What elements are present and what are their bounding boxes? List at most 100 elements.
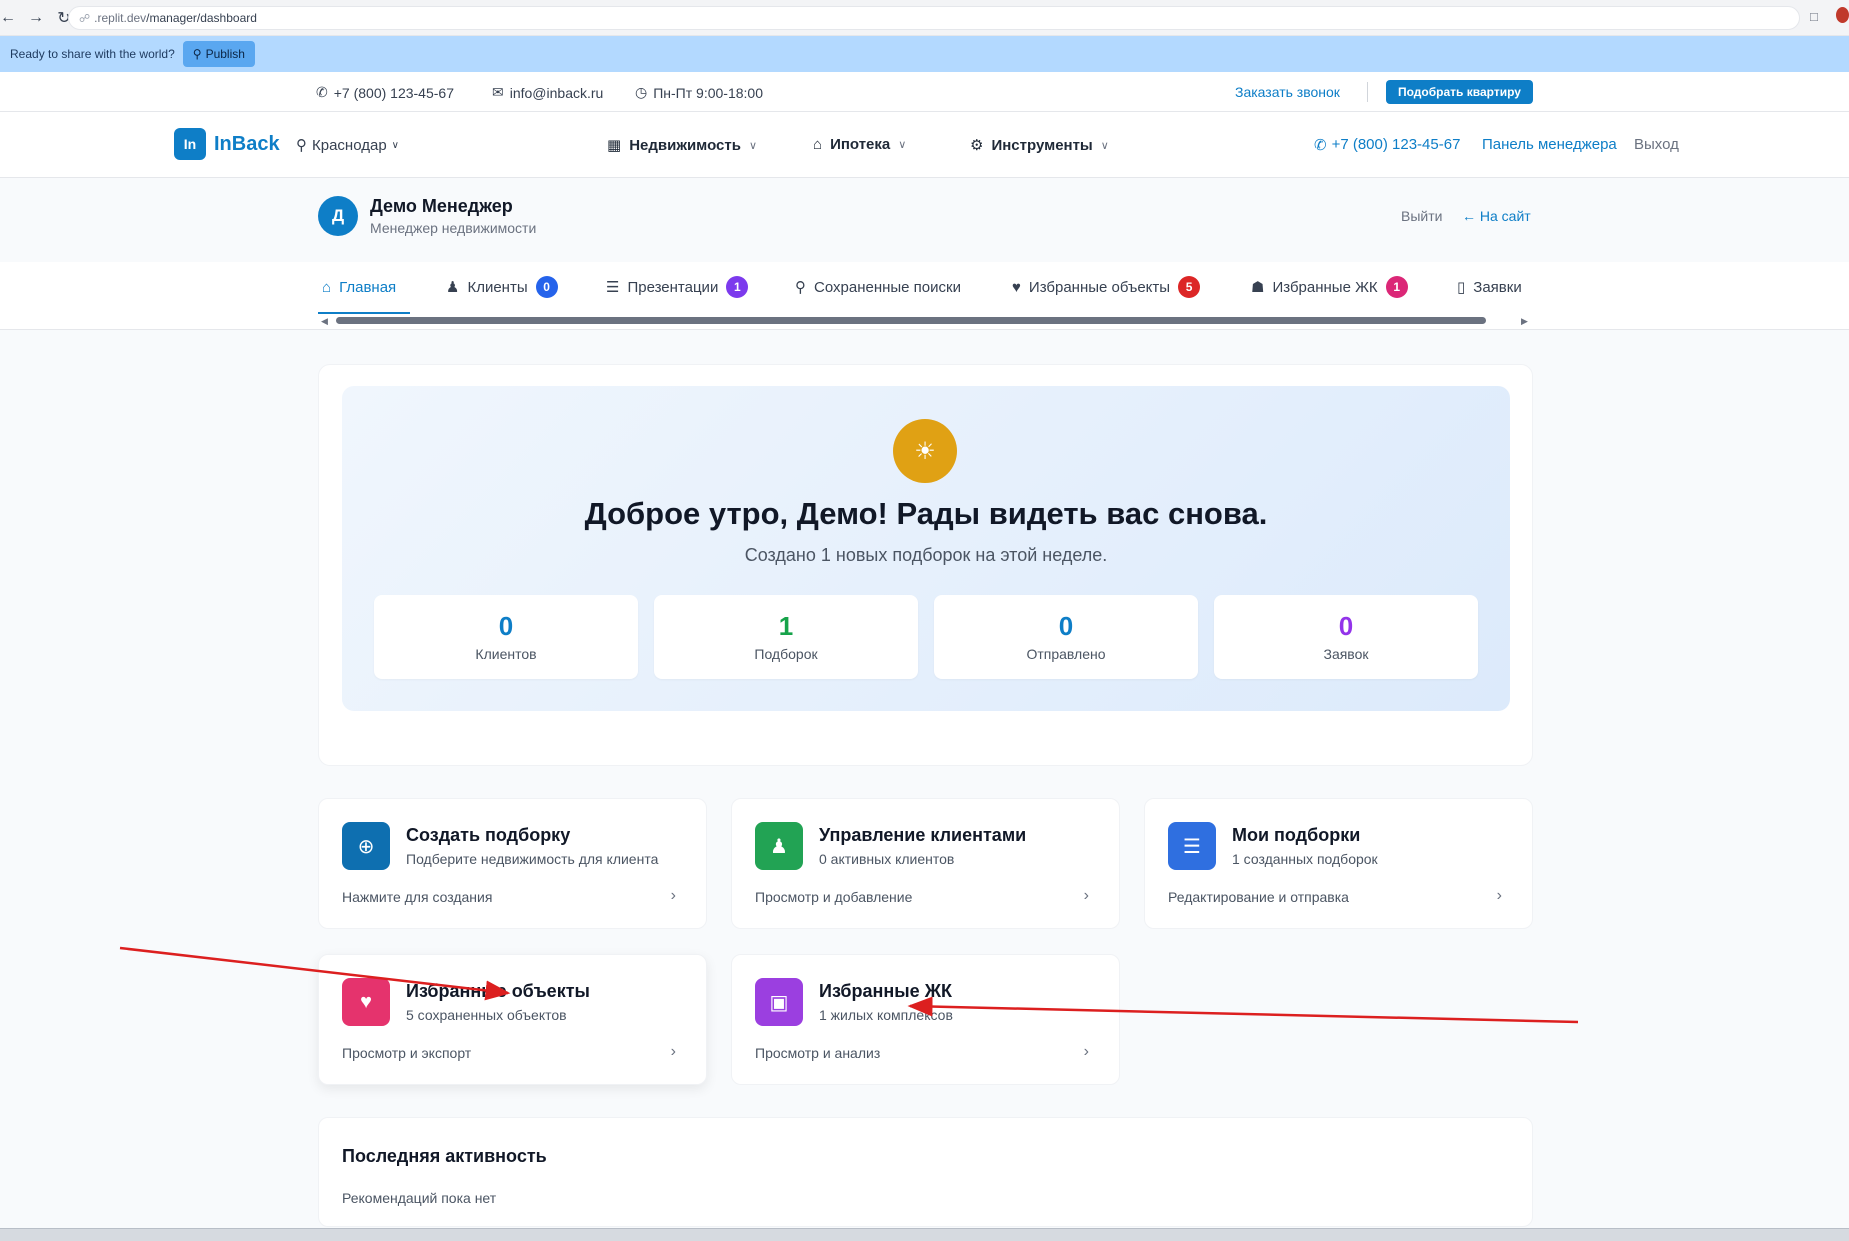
card-create-selection[interactable]: ⊕ Создать подборку Подберите недвижимост… — [318, 798, 707, 929]
card-title: Избранные ЖК — [819, 981, 952, 1001]
card-subtitle: Подберите недвижимость для клиента — [406, 851, 659, 867]
manager-profile: Д Демо Менеджер Менеджер недвижимости — [318, 196, 536, 236]
chevron-down-icon: ∨ — [748, 139, 758, 152]
header-phone-text: +7 (800) 123-45-67 — [1331, 136, 1461, 153]
card-footer: Просмотр и экспорт — [342, 1045, 472, 1061]
activity-title: Последняя активность — [342, 1146, 547, 1166]
stat-selections-label: Подборок — [754, 646, 818, 662]
users-icon: ♟ — [755, 822, 803, 870]
site-header: In InBack ⚲ Краснодар ∨ ▦ Недвижимость ∨… — [0, 112, 1849, 178]
phone-icon: ✆ — [316, 84, 328, 100]
back-icon[interactable]: ← — [0, 6, 20, 30]
forward-icon[interactable]: → — [24, 6, 48, 30]
chevron-right-icon: › — [1083, 1043, 1089, 1060]
topbar-divider — [1367, 82, 1368, 102]
replit-message: Ready to share with the world? — [10, 47, 175, 61]
card-favorite-complexes[interactable]: ▣ Избранные ЖК 1 жилых комплексов Просмо… — [731, 954, 1120, 1085]
browser-toolbar: ← → ↻ ☍ .replit.dev/manager/dashboard □ — [0, 0, 1849, 36]
heart-icon: ♥ — [1012, 278, 1021, 296]
stat-sent: 0 Отправлено — [934, 595, 1198, 679]
city-name: Краснодар — [312, 136, 387, 154]
header-phone[interactable]: ✆ +7 (800) 123-45-67 — [1314, 136, 1460, 154]
greeting-title: Доброе утро, Демо! Рады видеть вас снова… — [584, 496, 1268, 531]
scroll-left-icon[interactable]: ◀ — [321, 316, 328, 327]
logout-link[interactable]: Выход — [1634, 136, 1679, 153]
taskbar-strip — [0, 1228, 1849, 1241]
manager-role: Менеджер недвижимости — [370, 220, 537, 236]
card-subtitle: 1 жилых комплексов — [819, 1007, 953, 1023]
tab-saved-searches[interactable]: ⚲ Сохраненные поиски — [795, 276, 961, 298]
tab-favorite-complexes[interactable]: ☗ Избранные ЖК 1 — [1251, 276, 1408, 298]
greeting-subtitle: Создано 1 новых подборок на этой неделе. — [744, 545, 1108, 565]
nav-mortgage[interactable]: ⌂ Ипотека ∨ — [813, 136, 906, 153]
chevron-down-icon: ∨ — [898, 139, 907, 151]
logo-mark: In — [174, 128, 206, 160]
stat-sent-value: 0 — [1058, 611, 1074, 641]
pick-apartment-button[interactable]: Подобрать квартиру — [1386, 80, 1533, 104]
tab-requests[interactable]: ▯ Заявки — [1457, 276, 1522, 298]
map-pin-icon: ⚲ — [296, 137, 307, 154]
tab-clients-badge: 0 — [535, 276, 558, 298]
to-site-link[interactable]: ← На сайт — [1462, 208, 1531, 224]
tab-search-icon[interactable]: □ — [1810, 9, 1818, 24]
tab-home-label: Главная — [339, 278, 397, 296]
tab-favorite-objects-badge: 5 — [1178, 276, 1201, 298]
tab-home[interactable]: ⌂ Главная — [322, 276, 396, 298]
nav-realty-label: Недвижимость — [629, 136, 741, 154]
gear-icon: ⚙ — [970, 137, 984, 154]
stat-selections-value: 1 — [778, 611, 794, 641]
users-icon: ♟ — [446, 279, 460, 296]
site-info-icon[interactable]: ☍ — [79, 12, 90, 25]
logo-text: InBack — [214, 132, 280, 155]
card-footer: Редактирование и отправка — [1168, 889, 1349, 905]
activity-empty: Рекомендаций пока нет — [342, 1190, 497, 1206]
manager-panel-link[interactable]: Панель менеджера — [1482, 136, 1617, 153]
card-favorite-objects[interactable]: ♥ Избранные объекты 5 сохраненных объект… — [318, 954, 707, 1085]
nav-tools-label: Инструменты — [991, 136, 1093, 154]
top-info-bar: ✆ +7 (800) 123-45-67 ✉ info@inback.ru ◷ … — [0, 72, 1849, 112]
chevron-down-icon: ∨ — [391, 139, 399, 151]
topbar-phone[interactable]: ✆ +7 (800) 123-45-67 — [316, 84, 454, 101]
replit-banner: Ready to share with the world? ⚲ Publish — [0, 36, 1849, 72]
tab-presentations-label: Презентации — [627, 278, 719, 296]
presentation-icon: ☰ — [606, 279, 620, 296]
extension-icon[interactable] — [1836, 7, 1849, 23]
building-icon: ▦ — [607, 137, 622, 154]
topbar-hours: ◷ Пн-Пт 9:00-18:00 — [635, 84, 763, 101]
home-icon: ⌂ — [813, 136, 823, 153]
url-path: /manager/dashboard — [146, 11, 257, 25]
logo[interactable]: In InBack — [174, 128, 280, 160]
tabs-scrollbar[interactable] — [336, 317, 1486, 324]
topbar-email[interactable]: ✉ info@inback.ru — [492, 84, 603, 101]
topbar-hours-text: Пн-Пт 9:00-18:00 — [653, 84, 763, 101]
tab-saved-searches-label: Сохраненные поиски — [814, 278, 961, 296]
publish-label: Publish — [205, 47, 245, 61]
card-subtitle: 5 сохраненных объектов — [406, 1007, 567, 1023]
tab-requests-label: Заявки — [1473, 278, 1522, 296]
card-title: Управление клиентами — [819, 825, 1027, 845]
tab-favorite-objects[interactable]: ♥ Избранные объекты 5 — [1012, 276, 1201, 298]
stat-sent-label: Отправлено — [1026, 646, 1106, 662]
address-bar[interactable]: ☍ .replit.dev/manager/dashboard — [68, 6, 1800, 30]
tab-clients-label: Клиенты — [467, 278, 528, 296]
city-selector[interactable]: ⚲ Краснодар ∨ — [296, 136, 399, 155]
nav-tools[interactable]: ⚙ Инструменты ∨ — [970, 136, 1109, 155]
phone-icon: ✆ — [1314, 137, 1327, 154]
callback-link[interactable]: Заказать звонок — [1235, 84, 1340, 100]
card-footer: Просмотр и добавление — [755, 889, 913, 905]
topbar-email-text: info@inback.ru — [509, 84, 604, 101]
nav-realty[interactable]: ▦ Недвижимость ∨ — [607, 136, 758, 155]
card-footer: Просмотр и анализ — [755, 1045, 881, 1061]
card-my-selections[interactable]: ☰ Мои подборки 1 созданных подборок Реда… — [1144, 798, 1533, 929]
tab-favorite-objects-label: Избранные объекты — [1028, 278, 1171, 296]
exit-link[interactable]: Выйти — [1401, 208, 1442, 224]
to-site-label: На сайт — [1479, 208, 1531, 224]
publish-button[interactable]: ⚲ Publish — [182, 41, 255, 67]
active-tab-indicator — [318, 312, 410, 314]
tab-clients[interactable]: ♟ Клиенты 0 — [446, 276, 558, 298]
scroll-right-icon[interactable]: ▶ — [1521, 316, 1528, 327]
tab-presentations[interactable]: ☰ Презентации 1 — [606, 276, 749, 298]
card-manage-clients[interactable]: ♟ Управление клиентами 0 активных клиент… — [731, 798, 1120, 929]
stat-requests-value: 0 — [1338, 611, 1354, 641]
topbar-phone-text: +7 (800) 123-45-67 — [333, 84, 454, 101]
